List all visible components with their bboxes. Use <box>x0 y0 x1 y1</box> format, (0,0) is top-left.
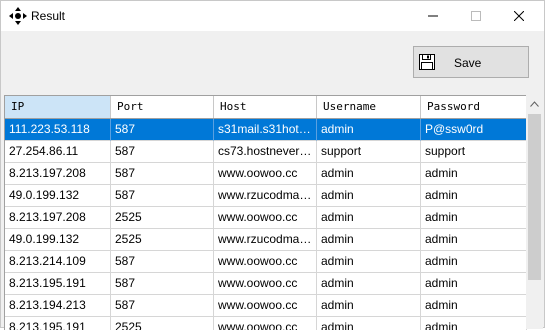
cell-port[interactable]: 2525 <box>111 229 214 251</box>
cell-ip[interactable]: 49.0.199.132 <box>5 229 111 251</box>
cell-ip[interactable]: 8.213.197.208 <box>5 163 111 185</box>
scroll-up-button[interactable] <box>526 95 543 112</box>
cell-username[interactable]: admin <box>317 185 421 207</box>
cell-ip[interactable]: 8.213.195.191 <box>5 317 111 330</box>
close-icon <box>514 11 524 21</box>
cell-port[interactable]: 587 <box>111 251 214 273</box>
cell-ip[interactable]: 49.0.199.132 <box>5 185 111 207</box>
cell-host[interactable]: www.oowoo.cc <box>214 163 317 185</box>
cell-host[interactable]: www.rzucodma… <box>214 185 317 207</box>
table-row[interactable]: 8.213.197.208 2525 www.oowoo.cc admin ad… <box>5 207 527 229</box>
maximize-icon <box>471 11 481 21</box>
results-table[interactable]: IP Port Host Username Password 111.223.5… <box>4 95 527 330</box>
cell-password[interactable]: admin <box>421 185 527 207</box>
cell-port[interactable]: 587 <box>111 163 214 185</box>
table-row[interactable]: 49.0.199.132 2525 www.rzucodma… admin ad… <box>5 229 527 251</box>
window-title: Result <box>31 9 66 23</box>
cell-password[interactable]: P@ssw0rd <box>421 119 527 141</box>
cell-username[interactable]: admin <box>317 317 421 330</box>
cell-username[interactable]: admin <box>317 207 421 229</box>
cell-password[interactable]: admin <box>421 207 527 229</box>
chevron-up-icon <box>530 100 539 107</box>
cell-host[interactable]: www.rzucodma… <box>214 229 317 251</box>
save-button-label: Save <box>454 56 482 70</box>
floppy-disk-icon <box>419 54 435 70</box>
cell-host[interactable]: www.oowoo.cc <box>214 295 317 317</box>
table-row[interactable]: 8.213.214.109 587 www.oowoo.cc admin adm… <box>5 251 527 273</box>
scrollbar-thumb[interactable] <box>528 114 541 280</box>
cell-username[interactable]: admin <box>317 119 421 141</box>
vertical-scrollbar[interactable] <box>526 95 543 329</box>
minimize-icon <box>428 15 438 17</box>
column-header-password[interactable]: Password <box>421 96 527 118</box>
cell-port[interactable]: 2525 <box>111 207 214 229</box>
cell-password[interactable]: admin <box>421 229 527 251</box>
minimize-button[interactable] <box>413 1 453 31</box>
result-window: Result Save IP Port Host Username Passwo… <box>0 0 545 330</box>
cell-host[interactable]: www.oowoo.cc <box>214 207 317 229</box>
table-row[interactable]: 27.254.86.11 587 cs73.hostnever… support… <box>5 141 527 163</box>
cell-host[interactable]: s31mail.s31hot… <box>214 119 317 141</box>
table-row[interactable]: 8.213.195.191 2525 www.oowoo.cc admin ad… <box>5 317 527 330</box>
cell-port[interactable]: 587 <box>111 273 214 295</box>
maximize-button[interactable] <box>456 1 496 31</box>
cell-host[interactable]: www.oowoo.cc <box>214 273 317 295</box>
cell-ip[interactable]: 8.213.194.213 <box>5 295 111 317</box>
cell-ip[interactable]: 8.213.197.208 <box>5 207 111 229</box>
save-button[interactable]: Save <box>413 46 529 78</box>
cell-password[interactable]: support <box>421 141 527 163</box>
table-row[interactable]: 49.0.199.132 587 www.rzucodma… admin adm… <box>5 185 527 207</box>
cell-port[interactable]: 587 <box>111 295 214 317</box>
cell-port[interactable]: 587 <box>111 119 214 141</box>
table-row[interactable]: 8.213.194.213 587 www.oowoo.cc admin adm… <box>5 295 527 317</box>
column-header-host[interactable]: Host <box>214 96 317 118</box>
table-row[interactable]: 111.223.53.118 587 s31mail.s31hot… admin… <box>5 119 527 141</box>
column-header-ip[interactable]: IP <box>5 96 111 118</box>
cell-password[interactable]: admin <box>421 273 527 295</box>
cell-ip[interactable]: 8.213.195.191 <box>5 273 111 295</box>
cell-port[interactable]: 2525 <box>111 317 214 330</box>
cell-username[interactable]: support <box>317 141 421 163</box>
cell-password[interactable]: admin <box>421 317 527 330</box>
cell-username[interactable]: admin <box>317 295 421 317</box>
cell-host[interactable]: www.oowoo.cc <box>214 251 317 273</box>
cell-password[interactable]: admin <box>421 251 527 273</box>
close-button[interactable] <box>499 1 539 31</box>
cell-ip[interactable]: 8.213.214.109 <box>5 251 111 273</box>
cell-host[interactable]: cs73.hostnever… <box>214 141 317 163</box>
title-bar[interactable]: Result <box>1 1 544 31</box>
cell-username[interactable]: admin <box>317 251 421 273</box>
move-arrows-icon <box>9 7 27 25</box>
table-row[interactable]: 8.213.197.208 587 www.oowoo.cc admin adm… <box>5 163 527 185</box>
cell-username[interactable]: admin <box>317 273 421 295</box>
cell-username[interactable]: admin <box>317 163 421 185</box>
column-header-username[interactable]: Username <box>317 96 421 118</box>
cell-password[interactable]: admin <box>421 163 527 185</box>
cell-host[interactable]: www.oowoo.cc <box>214 317 317 330</box>
column-header-port[interactable]: Port <box>111 96 214 118</box>
cell-ip[interactable]: 27.254.86.11 <box>5 141 111 163</box>
cell-password[interactable]: admin <box>421 295 527 317</box>
cell-username[interactable]: admin <box>317 229 421 251</box>
cell-port[interactable]: 587 <box>111 185 214 207</box>
cell-port[interactable]: 587 <box>111 141 214 163</box>
table-row[interactable]: 8.213.195.191 587 www.oowoo.cc admin adm… <box>5 273 527 295</box>
table-header: IP Port Host Username Password <box>5 96 527 119</box>
cell-ip[interactable]: 111.223.53.118 <box>5 119 111 141</box>
